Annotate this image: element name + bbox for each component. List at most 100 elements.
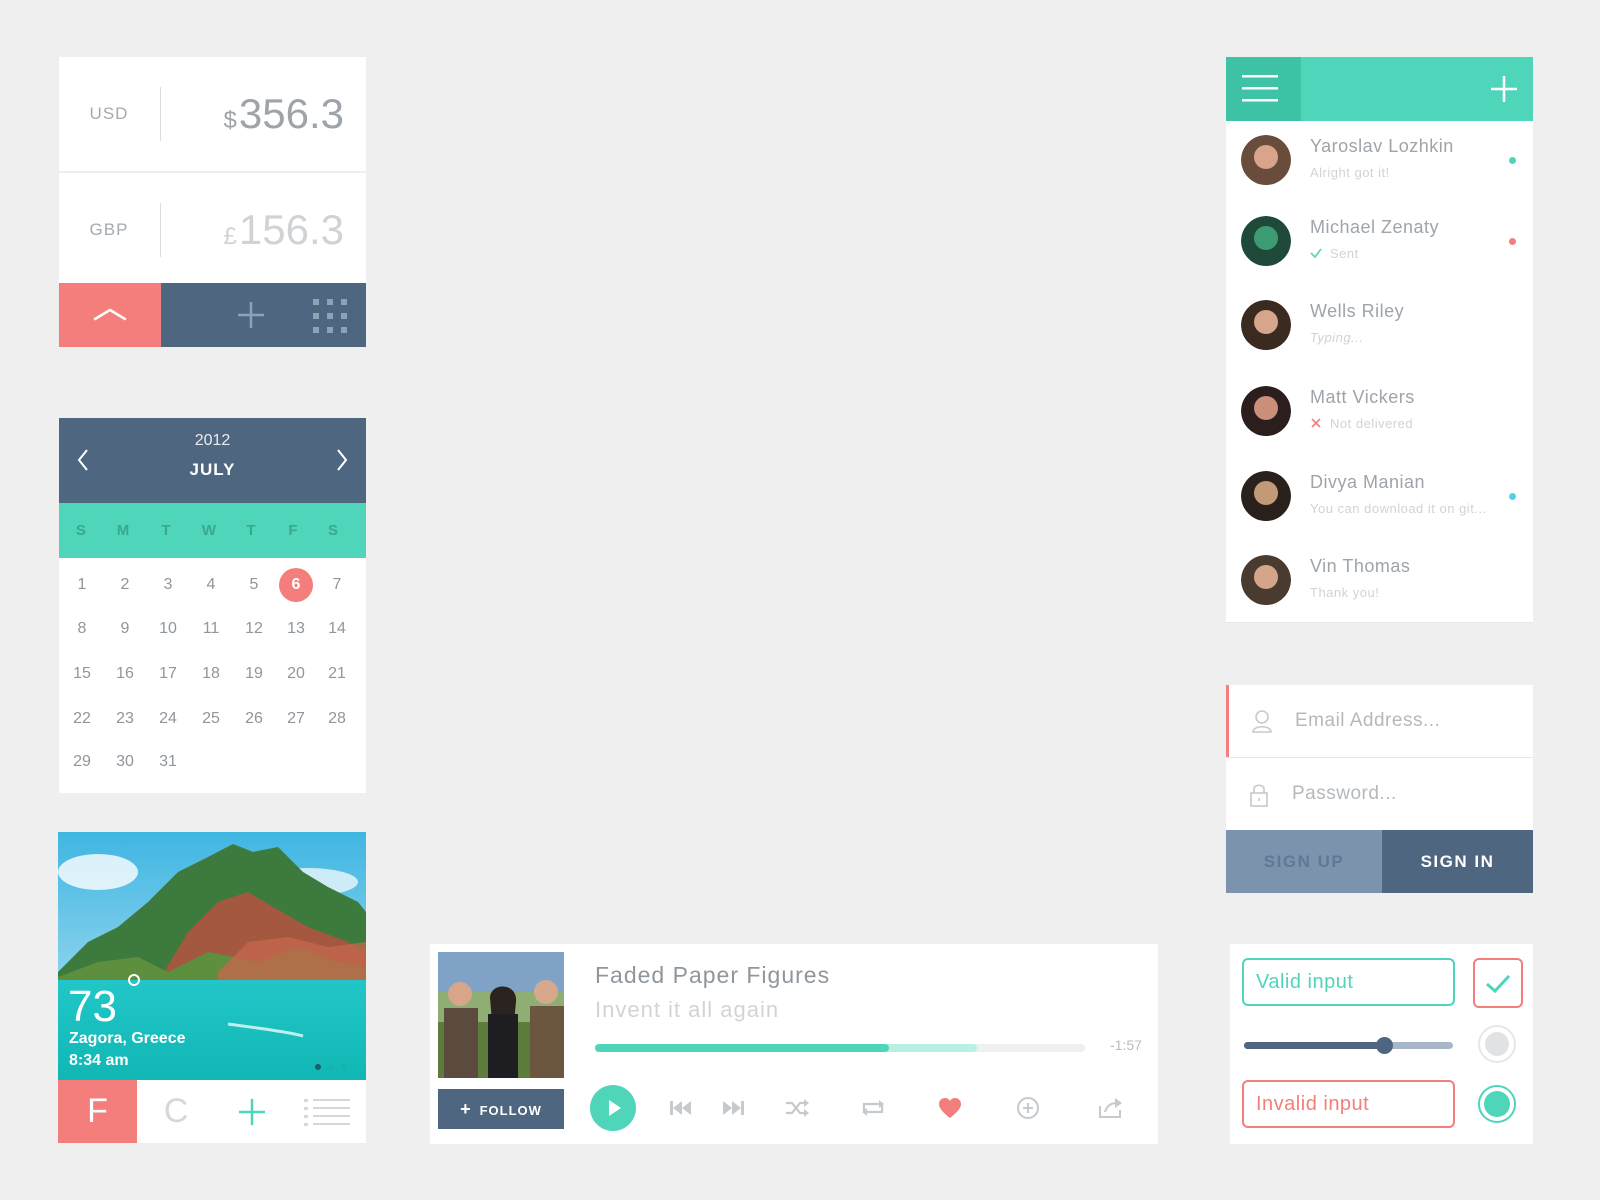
slider[interactable] xyxy=(1244,1037,1453,1054)
shuffle-icon[interactable] xyxy=(782,1093,812,1123)
calendar-day[interactable]: 18 xyxy=(194,657,228,691)
calendar-day[interactable]: 12 xyxy=(237,612,271,646)
calendar-day-selected[interactable]: 6 xyxy=(279,568,313,602)
calendar-day[interactable]: 4 xyxy=(194,568,228,602)
plus-icon[interactable] xyxy=(235,299,267,331)
message-text: Thank you! xyxy=(1310,584,1380,600)
celsius-tab[interactable]: C xyxy=(137,1080,215,1143)
calendar-day[interactable]: 15 xyxy=(65,657,99,691)
calendar-day[interactable]: 29 xyxy=(65,745,99,779)
calendar-day[interactable]: 10 xyxy=(151,612,185,646)
list-icon[interactable] xyxy=(304,1098,350,1126)
currency-divider xyxy=(160,87,161,141)
play-button[interactable] xyxy=(590,1085,636,1131)
calendar-day[interactable]: 26 xyxy=(237,702,271,736)
calendar-day[interactable]: 9 xyxy=(108,612,142,646)
fahrenheit-tab[interactable]: F xyxy=(58,1080,137,1143)
collapse-button[interactable] xyxy=(59,283,161,347)
contact-row[interactable]: Michael Zenaty Sent xyxy=(1226,199,1533,283)
sign-in-button[interactable]: SIGN IN xyxy=(1382,830,1533,893)
contact-row[interactable]: Vin Thomas Thank you! xyxy=(1226,537,1533,623)
repeat-icon[interactable] xyxy=(858,1093,888,1123)
calendar-day[interactable]: 28 xyxy=(320,702,354,736)
form-controls xyxy=(1230,944,1533,1144)
lock-icon xyxy=(1250,784,1268,807)
currency-symbol: £ xyxy=(223,223,237,250)
contact-row[interactable]: Matt Vickers Not delivered xyxy=(1226,367,1533,455)
share-icon[interactable] xyxy=(1095,1093,1125,1123)
chevron-right-icon[interactable] xyxy=(326,440,356,480)
album-art xyxy=(438,952,564,1078)
checkbox-checked[interactable] xyxy=(1473,958,1523,1008)
contacts-header xyxy=(1226,57,1533,121)
calendar-weekdays: SMTWTFS xyxy=(59,503,366,558)
contact-row[interactable]: Wells Riley Typing... xyxy=(1226,282,1533,368)
calendar-day[interactable]: 20 xyxy=(279,657,313,691)
weekday-label: T xyxy=(246,522,256,539)
currency-row-usd[interactable]: USD $356.3 xyxy=(59,57,366,171)
previous-icon[interactable] xyxy=(666,1093,696,1123)
calendar-day[interactable]: 5 xyxy=(237,568,271,602)
progress-fill xyxy=(595,1044,889,1052)
track-title: Invent it all again xyxy=(595,997,780,1022)
calendar-day[interactable]: 11 xyxy=(194,612,228,646)
sign-up-button[interactable]: SIGN UP xyxy=(1226,830,1382,893)
calendar-day[interactable]: 30 xyxy=(108,745,142,779)
radio-unchecked[interactable] xyxy=(1478,1025,1516,1063)
contacts-widget: Yaroslav Lozhkin Alright got it! Michael Z… xyxy=(1226,57,1533,623)
plus-icon[interactable] xyxy=(1488,73,1520,105)
add-circle-icon[interactable] xyxy=(1013,1093,1043,1123)
calendar-day[interactable]: 22 xyxy=(65,702,99,736)
currency-code: USD xyxy=(89,104,129,123)
calendar-day[interactable]: 23 xyxy=(108,702,142,736)
contact-row[interactable]: Yaroslav Lozhkin Alright got it! xyxy=(1226,121,1533,200)
calendar-day[interactable]: 24 xyxy=(151,702,185,736)
slider-knob[interactable] xyxy=(1376,1037,1394,1054)
calendar-day[interactable]: 21 xyxy=(320,657,354,691)
calendar-day[interactable]: 2 xyxy=(108,568,142,602)
message-text: Sent xyxy=(1330,245,1359,261)
calendar-day[interactable]: 31 xyxy=(151,745,185,779)
calendar-day[interactable]: 25 xyxy=(194,702,228,736)
calendar-day[interactable]: 1 xyxy=(65,568,99,602)
email-input[interactable] xyxy=(1295,703,1515,739)
calendar-day[interactable]: 27 xyxy=(279,702,313,736)
hamburger-icon xyxy=(1242,75,1278,102)
weekday-label: S xyxy=(75,522,86,539)
message-text: Alright got it! xyxy=(1310,165,1390,180)
valid-input-field[interactable] xyxy=(1242,958,1455,1006)
calendar-day[interactable]: 8 xyxy=(65,612,99,646)
avatar xyxy=(1241,554,1291,605)
calendar-month: JULY xyxy=(189,460,236,479)
calendar-day[interactable]: 14 xyxy=(320,612,354,646)
follow-button[interactable]: + FOLLOW xyxy=(438,1089,564,1129)
avatar xyxy=(1241,215,1291,266)
invalid-input-field[interactable] xyxy=(1242,1080,1455,1128)
menu-button[interactable] xyxy=(1226,57,1301,121)
plus-icon[interactable] xyxy=(236,1096,268,1128)
progress-bar[interactable] xyxy=(595,1044,1085,1052)
calendar-day[interactable]: 3 xyxy=(151,568,185,602)
avatar xyxy=(1241,135,1291,185)
calendar-day[interactable]: 7 xyxy=(320,568,354,602)
play-icon xyxy=(609,1100,621,1116)
page-indicator[interactable] xyxy=(314,1063,354,1071)
next-icon[interactable] xyxy=(718,1093,748,1123)
password-input[interactable] xyxy=(1292,776,1512,812)
email-field-container xyxy=(1226,685,1533,757)
grid-icon[interactable] xyxy=(313,299,347,333)
contact-name: Divya Manian xyxy=(1310,471,1426,492)
heart-icon[interactable] xyxy=(935,1093,965,1123)
currency-code: GBP xyxy=(89,220,129,239)
calendar-day[interactable]: 17 xyxy=(151,657,185,691)
calendar-day[interactable]: 16 xyxy=(108,657,142,691)
contact-row[interactable]: Divya Manian You can download it on git..… xyxy=(1226,454,1533,538)
currency-row-gbp[interactable]: GBP £156.3 xyxy=(59,173,366,287)
currency-divider xyxy=(160,203,161,257)
radio-checked[interactable] xyxy=(1478,1085,1516,1123)
radio-dot xyxy=(1485,1032,1509,1056)
message-text: Typing... xyxy=(1310,329,1364,345)
calendar-day[interactable]: 19 xyxy=(237,657,271,691)
calendar-day[interactable]: 13 xyxy=(279,612,313,646)
calendar-header: 2012 JULY xyxy=(59,418,366,503)
